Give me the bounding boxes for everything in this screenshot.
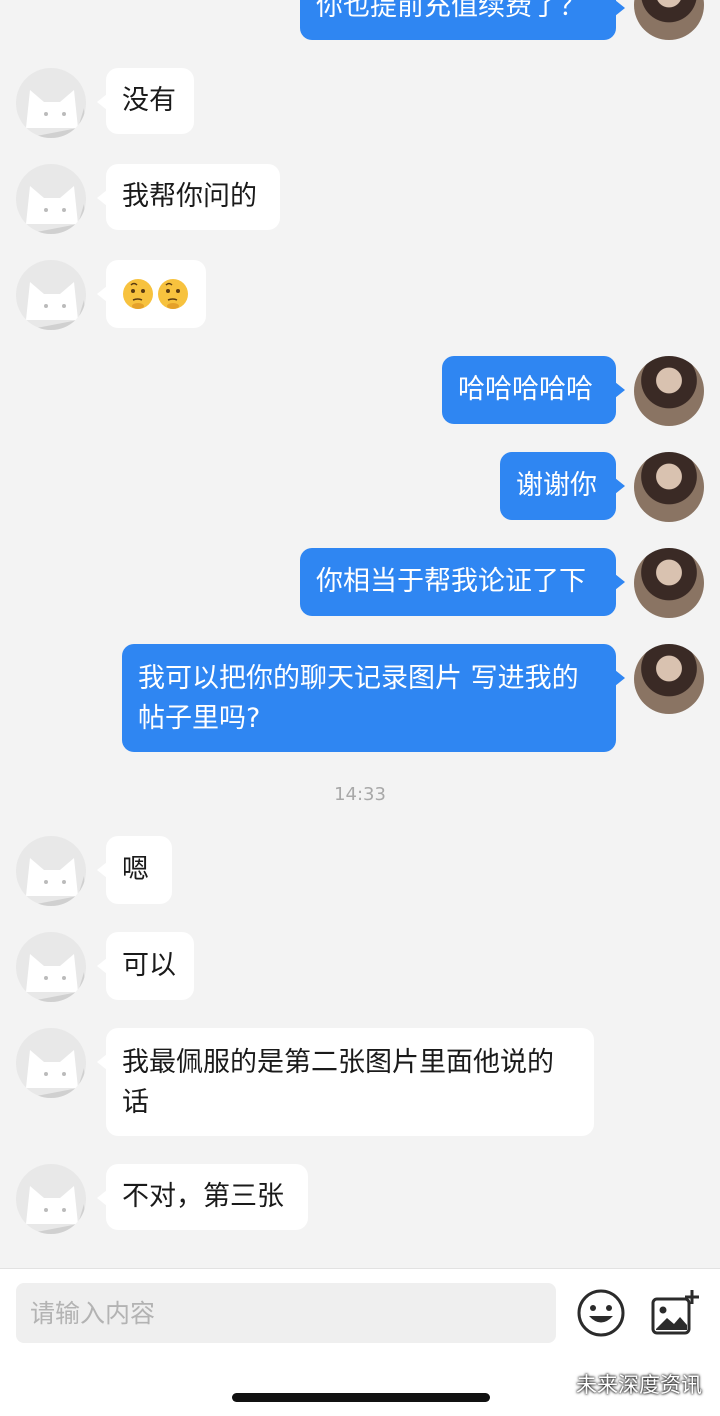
message-line: 我可以把你的聊天记录图片 写进我的 xyxy=(138,663,579,694)
chat-area[interactable]: 你也提前充值续费了？ 没有 我帮你问的 哈哈哈哈哈 谢谢你 你相当于帮我论证了下… xyxy=(0,0,720,1268)
message-bubble[interactable]: 我帮你问的 xyxy=(97,164,280,230)
message-bubble[interactable]: 不对，第三张 xyxy=(97,1164,308,1230)
contact-avatar[interactable] xyxy=(16,68,86,138)
contact-avatar[interactable] xyxy=(16,164,86,234)
message-bubble[interactable]: 🤔🤔 xyxy=(97,260,206,328)
message-input[interactable] xyxy=(16,1283,556,1343)
message-bubble[interactable]: 谢谢你 xyxy=(500,452,625,520)
message-line: 我最佩服的是第二张图片里面他说的 xyxy=(122,1047,554,1078)
message-timestamp: 14:33 xyxy=(334,784,386,805)
message-bubble[interactable]: 我可以把你的聊天记录图片 写进我的 帖子里吗? xyxy=(122,644,625,752)
wechat-icon xyxy=(545,1374,570,1394)
watermark: 未来深度资讯 xyxy=(545,1369,702,1399)
cat-avatar-icon xyxy=(26,282,86,330)
add-image-icon xyxy=(651,1290,699,1335)
message-composer: 未来深度资讯 xyxy=(0,1268,720,1416)
message-bubble[interactable]: 你也提前充值续费了？ xyxy=(300,0,625,40)
cat-avatar-icon xyxy=(26,186,86,234)
user-avatar[interactable] xyxy=(634,0,704,40)
contact-avatar[interactable] xyxy=(16,932,86,1002)
user-avatar[interactable] xyxy=(634,452,704,522)
message-bubble[interactable]: 可以 xyxy=(97,932,194,1000)
message-line: 话 xyxy=(122,1087,149,1118)
contact-avatar[interactable] xyxy=(16,836,86,906)
watermark-text: 未来深度资讯 xyxy=(576,1373,702,1397)
message-bubble[interactable]: 哈哈哈哈哈 xyxy=(442,356,625,424)
contact-avatar[interactable] xyxy=(16,260,86,330)
message-bubble[interactable]: 我最佩服的是第二张图片里面他说的 话 xyxy=(97,1028,594,1136)
cat-avatar-icon xyxy=(26,1050,86,1098)
message-bubble[interactable]: 嗯 xyxy=(97,836,172,904)
thinking-face-emoji-icon xyxy=(123,279,188,309)
message-bubble[interactable]: 你相当于帮我论证了下 xyxy=(300,548,625,616)
user-avatar[interactable] xyxy=(634,356,704,426)
user-avatar[interactable] xyxy=(634,644,704,714)
message-bubble[interactable]: 没有 xyxy=(97,68,194,134)
contact-avatar[interactable] xyxy=(16,1164,86,1234)
cat-avatar-icon xyxy=(26,858,86,906)
cat-avatar-icon xyxy=(26,90,86,138)
contact-avatar[interactable] xyxy=(16,1028,86,1098)
smiley-icon xyxy=(577,1289,625,1337)
add-image-button[interactable] xyxy=(648,1287,700,1339)
message-line: 帖子里吗? xyxy=(138,703,261,734)
cat-avatar-icon xyxy=(26,1186,86,1234)
home-indicator[interactable] xyxy=(232,1393,490,1402)
user-avatar[interactable] xyxy=(634,548,704,618)
emoji-button[interactable] xyxy=(575,1287,627,1339)
cat-avatar-icon xyxy=(26,954,86,1002)
